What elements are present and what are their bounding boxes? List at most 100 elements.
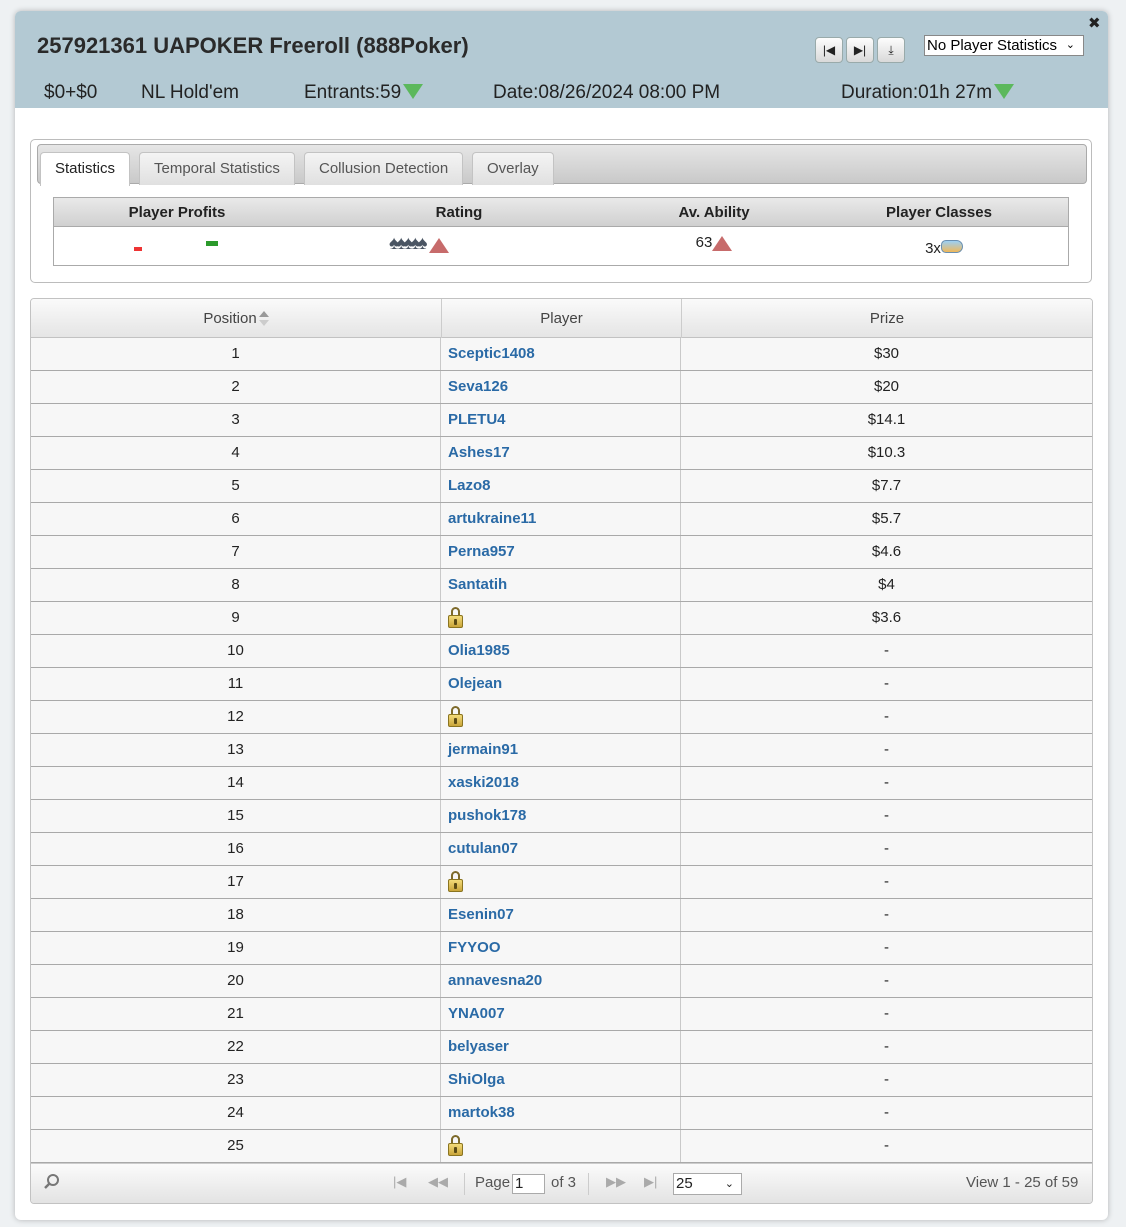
table-row[interactable]: 8 Santatih $4 xyxy=(31,569,1092,602)
table-row[interactable]: 10 Olia1985 - xyxy=(31,635,1092,668)
tab-collusion-detection[interactable]: Collusion Detection xyxy=(304,152,464,185)
player-link[interactable]: martok38 xyxy=(441,1097,681,1129)
player-cell-locked[interactable] xyxy=(441,602,681,634)
prize-cell: - xyxy=(884,708,889,725)
player-link[interactable]: Esenin07 xyxy=(441,899,681,931)
table-row[interactable]: 5 Lazo8 $7.7 xyxy=(31,470,1092,503)
tournament-date: Date:08/26/2024 08:00 PM xyxy=(493,82,721,103)
close-icon[interactable]: ✖ xyxy=(1088,14,1101,32)
lock-icon[interactable] xyxy=(448,606,463,628)
player-column-header[interactable]: Player xyxy=(442,299,682,338)
prize-cell: $14.1 xyxy=(867,411,906,428)
next-page-icon[interactable]: ▶▶ xyxy=(606,1174,626,1190)
table-row[interactable]: 6 artukraine11 $5.7 xyxy=(31,503,1092,536)
position-cell: 8 xyxy=(31,569,441,601)
table-row[interactable]: 18 Esenin07 - xyxy=(31,899,1092,932)
player-link[interactable]: Perna957 xyxy=(441,536,681,568)
player-cell-locked[interactable] xyxy=(441,866,681,898)
table-row[interactable]: 22 belyaser - xyxy=(31,1031,1092,1064)
table-row[interactable]: 11 Olejean - xyxy=(31,668,1092,701)
player-link[interactable]: Seva126 xyxy=(441,371,681,403)
first-tournament-button[interactable]: |◀ xyxy=(815,37,843,63)
player-link[interactable]: Santatih xyxy=(441,569,681,601)
table-row[interactable]: 23 ShiOlga - xyxy=(31,1064,1092,1097)
player-link[interactable]: Sceptic1408 xyxy=(441,338,681,370)
prize-column-header[interactable]: Prize xyxy=(682,299,1092,338)
table-row[interactable]: 1 Sceptic1408 $30 xyxy=(31,338,1092,371)
expand-entrants-icon[interactable] xyxy=(403,83,424,99)
table-row[interactable]: 4 Ashes17 $10.3 xyxy=(31,437,1092,470)
tab-temporal-statistics[interactable]: Temporal Statistics xyxy=(139,152,295,185)
prize-cell: $20 xyxy=(873,378,900,395)
duration-info[interactable]: Duration:01h 27m xyxy=(841,82,1015,104)
table-row[interactable]: 3 PLETU4 $14.1 xyxy=(31,404,1092,437)
table-row[interactable]: 24 martok38 - xyxy=(31,1097,1092,1130)
position-column-header[interactable]: Position xyxy=(31,299,442,338)
view-range-label: View 1 - 25 of 59 xyxy=(966,1174,1079,1191)
player-classes-count: 3x xyxy=(925,240,941,257)
table-row[interactable]: 13 jermain91 - xyxy=(31,734,1092,767)
player-statistics-select[interactable]: No Player Statistics ⌄ xyxy=(924,35,1084,56)
player-classes-display[interactable]: 3x xyxy=(904,239,984,257)
table-row[interactable]: 19 FYYOO - xyxy=(31,932,1092,965)
table-row[interactable]: 20 annavesna20 - xyxy=(31,965,1092,998)
player-link[interactable]: xaski2018 xyxy=(441,767,681,799)
prev-page-icon[interactable]: ◀◀ xyxy=(428,1174,448,1190)
entrants-info[interactable]: Entrants:59 xyxy=(304,82,424,104)
lock-icon[interactable] xyxy=(448,705,463,727)
summary-row: ♠♠♠♠♠ 63 3x xyxy=(54,227,1068,266)
tab-overlay[interactable]: Overlay xyxy=(472,152,554,185)
rows-per-page-select[interactable]: 25 ⌄ xyxy=(673,1173,742,1195)
table-row[interactable]: 16 cutulan07 - xyxy=(31,833,1092,866)
player-link[interactable]: pushok178 xyxy=(441,800,681,832)
last-page-icon[interactable]: ▶| xyxy=(644,1174,657,1190)
chevron-down-icon: ⌄ xyxy=(724,1178,734,1190)
table-row[interactable]: 9 $3.6 xyxy=(31,602,1092,635)
rating-icons: ♠♠♠♠♠ xyxy=(389,233,428,254)
prize-cell: $30 xyxy=(873,345,900,362)
lock-icon[interactable] xyxy=(448,870,463,892)
player-link[interactable]: belyaser xyxy=(441,1031,681,1063)
player-link[interactable]: jermain91 xyxy=(441,734,681,766)
grid-rows: 1 Sceptic1408 $30 2 Seva126 $20 3 PLETU4 $14.1 4 A… xyxy=(31,338,1092,1163)
table-row[interactable]: 17 - xyxy=(31,866,1092,899)
expand-duration-icon[interactable] xyxy=(994,83,1015,99)
player-link[interactable]: YNA007 xyxy=(441,998,681,1030)
table-row[interactable]: 15 pushok178 - xyxy=(31,800,1092,833)
table-row[interactable]: 21 YNA007 - xyxy=(31,998,1092,1031)
player-cell-locked[interactable] xyxy=(441,1130,681,1162)
player-link[interactable]: ShiOlga xyxy=(441,1064,681,1096)
search-icon[interactable] xyxy=(43,1173,61,1195)
player-link[interactable]: Olejean xyxy=(441,668,681,700)
player-link[interactable]: FYYOO xyxy=(441,932,681,964)
ability-header: Av. Ability xyxy=(678,204,750,221)
table-row[interactable]: 14 xaski2018 - xyxy=(31,767,1092,800)
last-tournament-button[interactable]: ▶| xyxy=(846,37,874,63)
player-cell-locked[interactable] xyxy=(441,701,681,733)
player-link[interactable]: PLETU4 xyxy=(441,404,681,436)
grid-header: Position Player Prize xyxy=(31,299,1092,338)
sort-icon[interactable] xyxy=(258,311,269,327)
player-link[interactable]: Lazo8 xyxy=(441,470,681,502)
player-link[interactable]: artukraine11 xyxy=(441,503,681,535)
download-button[interactable]: ⤓ xyxy=(877,37,905,63)
position-cell: 7 xyxy=(31,536,441,568)
prize-cell: - xyxy=(884,906,889,923)
player-link[interactable]: Olia1985 xyxy=(441,635,681,667)
tab-statistics[interactable]: Statistics xyxy=(40,152,131,186)
player-link[interactable]: cutulan07 xyxy=(441,833,681,865)
prize-cell: - xyxy=(884,642,889,659)
page-number-input[interactable]: 1 xyxy=(512,1174,545,1194)
table-row[interactable]: 2 Seva126 $20 xyxy=(31,371,1092,404)
player-link[interactable]: annavesna20 xyxy=(441,965,681,997)
table-row[interactable]: 12 - xyxy=(31,701,1092,734)
skip-last-icon: ▶| xyxy=(853,43,867,57)
summary-table: Player Profits Rating Av. Ability Player… xyxy=(53,197,1069,266)
ability-value: 63 xyxy=(695,234,713,251)
position-cell: 25 xyxy=(31,1130,441,1162)
lock-icon[interactable] xyxy=(448,1134,463,1156)
table-row[interactable]: 25 - xyxy=(31,1130,1092,1163)
first-page-icon[interactable]: |◀ xyxy=(393,1174,406,1190)
player-link[interactable]: Ashes17 xyxy=(441,437,681,469)
table-row[interactable]: 7 Perna957 $4.6 xyxy=(31,536,1092,569)
